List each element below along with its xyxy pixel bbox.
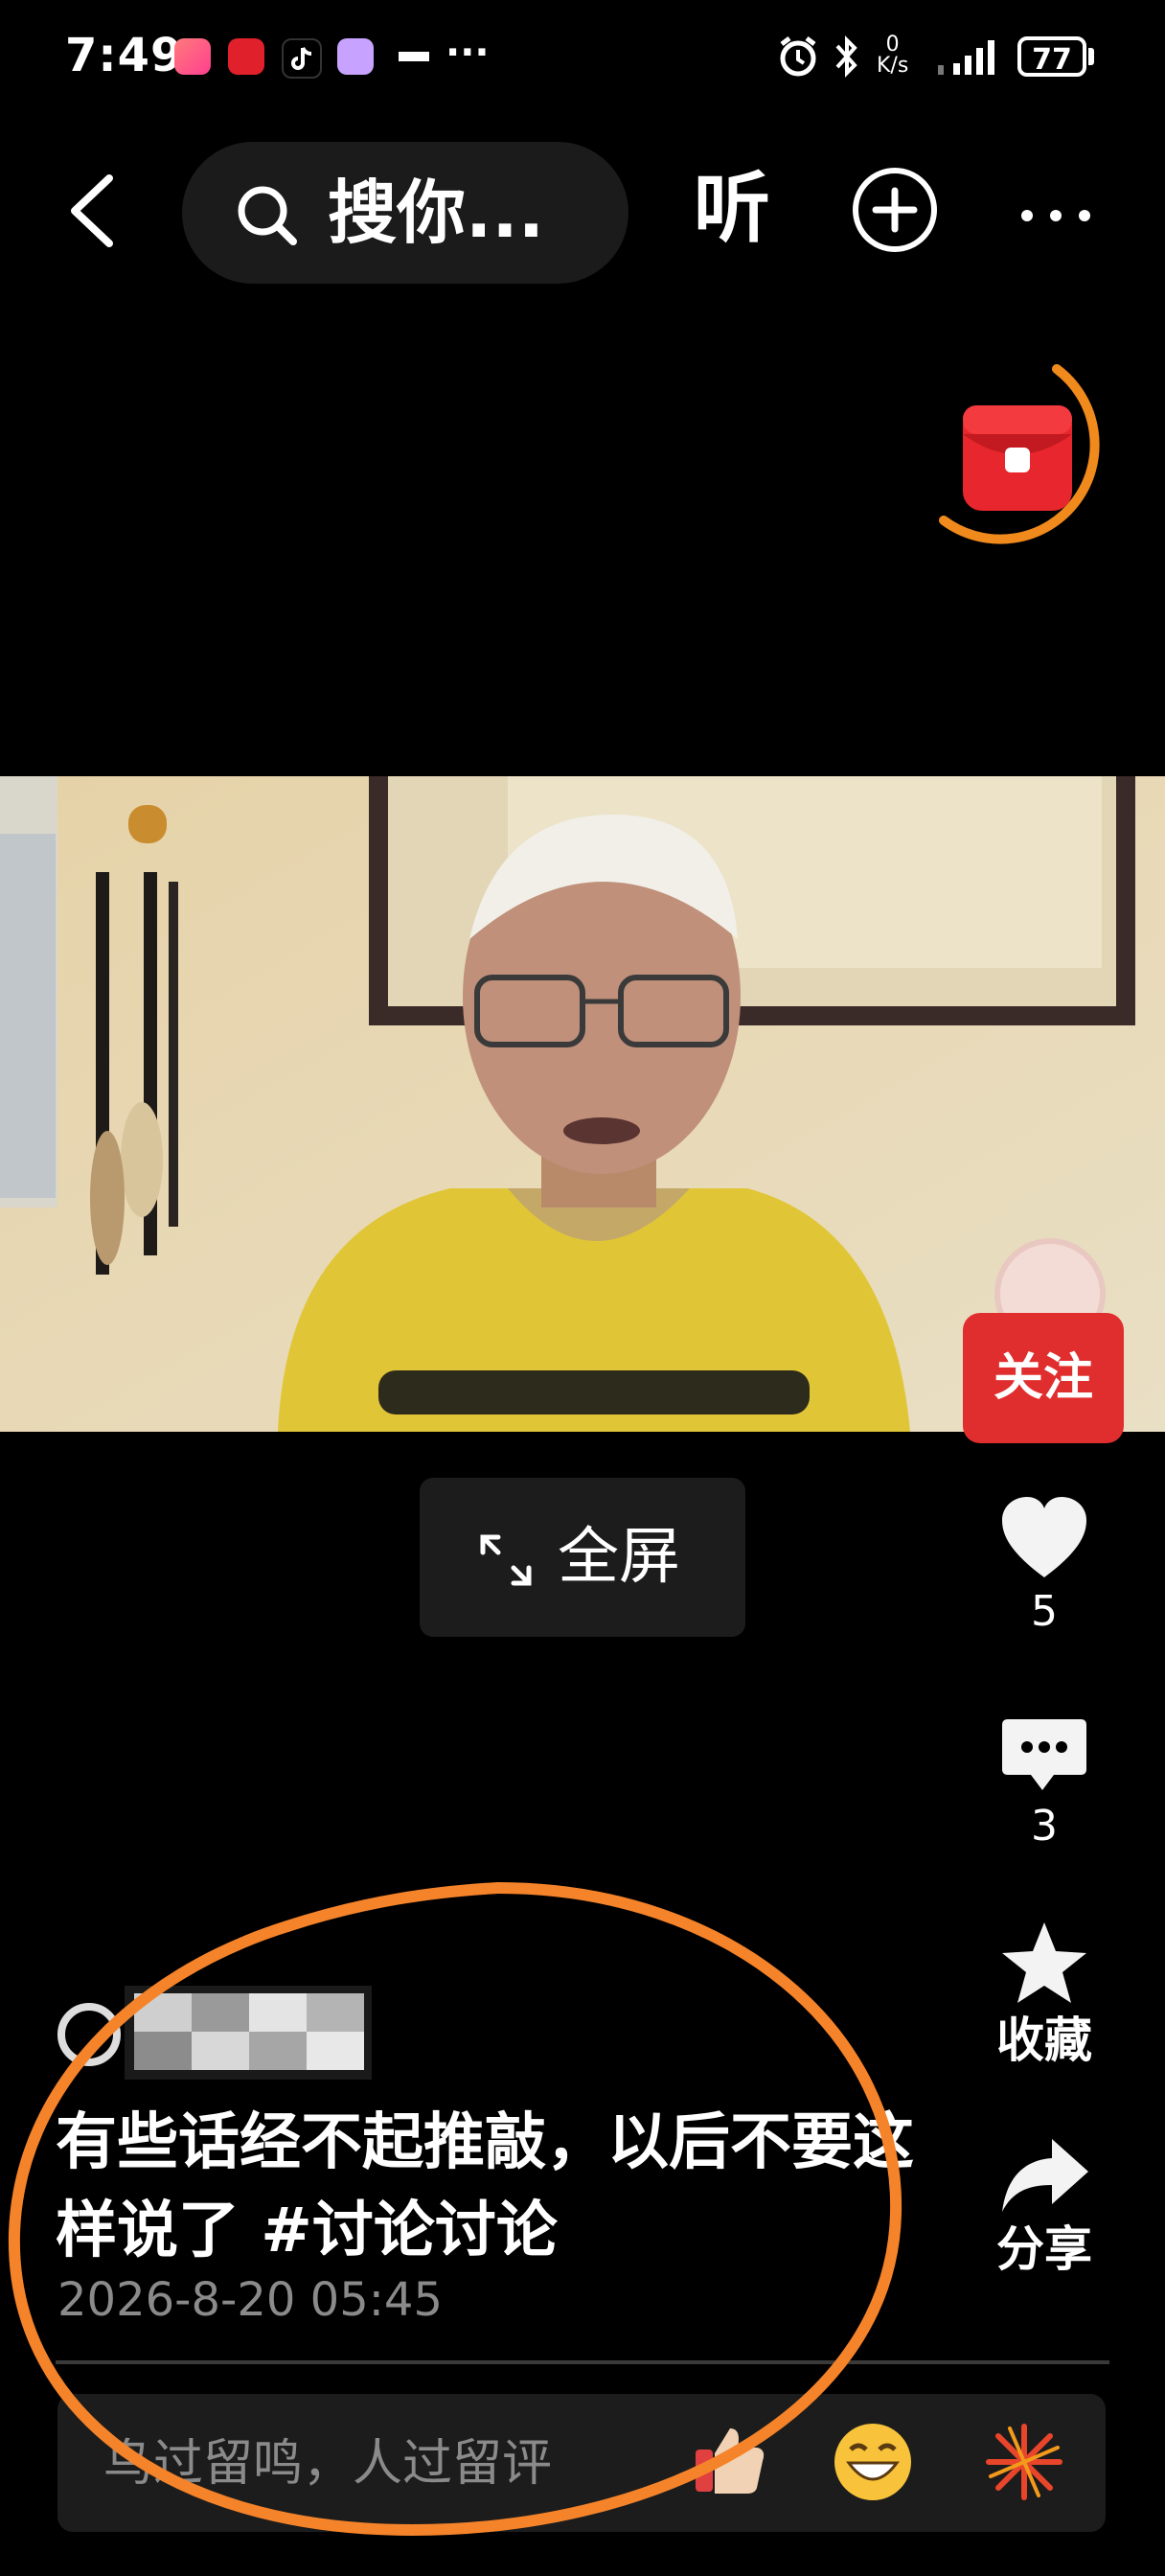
post-caption: 有些话经不起推敲，以后不要这样说了 #讨论讨论 xyxy=(56,2099,918,2275)
status-time: 7:49 xyxy=(65,29,184,82)
favorite-button[interactable]: 收藏 xyxy=(987,1919,1102,2070)
fullscreen-label: 全屏 xyxy=(558,1522,680,1593)
author-avatar[interactable] xyxy=(57,2003,121,2066)
like-button[interactable]: 5 xyxy=(987,1495,1102,1639)
like-count: 5 xyxy=(1031,1587,1058,1636)
comment-count: 3 xyxy=(1031,1802,1058,1851)
grinning-emoji-icon[interactable] xyxy=(832,2421,914,2507)
author-name-blurred[interactable] xyxy=(125,1986,372,2080)
follow-button[interactable]: 关注 xyxy=(963,1313,1124,1443)
hashtag-link[interactable]: #讨论讨论 xyxy=(261,2196,558,2266)
share-label: 分享 xyxy=(996,2221,1092,2277)
fullscreen-button[interactable]: 全屏 xyxy=(420,1478,745,1637)
battery-tip xyxy=(1088,48,1094,65)
search-query: 搜你... xyxy=(328,172,545,253)
signal-icon xyxy=(934,34,1007,82)
back-button[interactable] xyxy=(63,172,121,249)
share-arrow-icon xyxy=(998,2139,1090,2220)
comment-bubble-icon xyxy=(1000,1719,1088,1800)
tiktok-notification-icon xyxy=(282,38,322,79)
comment-placeholder: 鸟过留鸣，人过留评 xyxy=(103,2435,553,2493)
network-speed: 0 K/s xyxy=(877,33,909,78)
comment-button[interactable]: 3 xyxy=(987,1715,1102,1853)
alarm-icon xyxy=(776,34,820,82)
notification-app-icon xyxy=(174,38,211,75)
red-packet-icon xyxy=(939,364,1100,544)
red-packet-button[interactable] xyxy=(934,359,1107,551)
share-button[interactable]: 分享 xyxy=(987,2135,1102,2279)
more-notifications: ··· xyxy=(445,31,490,75)
notification-app-icon xyxy=(228,38,264,75)
more-button[interactable] xyxy=(1017,182,1094,240)
fireworks-emoji-icon[interactable] xyxy=(983,2421,1065,2507)
heart-icon xyxy=(998,1497,1090,1585)
search-icon xyxy=(234,182,301,253)
expand-icon xyxy=(477,1531,535,1593)
chevron-left-icon xyxy=(63,174,121,253)
search-bar[interactable]: 搜你... xyxy=(182,142,628,284)
favorite-label: 收藏 xyxy=(996,2012,1092,2068)
notification-app-icon xyxy=(395,38,433,75)
thumbs-up-emoji-icon[interactable] xyxy=(690,2421,770,2505)
bluetooth-icon xyxy=(832,34,862,82)
post-timestamp: 2026-8-20 05:45 xyxy=(57,2273,443,2327)
comment-input-bar[interactable]: 鸟过留鸣，人过留评 xyxy=(57,2394,1106,2532)
notification-app-icon xyxy=(337,38,374,75)
more-icon xyxy=(1017,177,1094,244)
divider xyxy=(56,2360,1109,2364)
status-bar: 7:49 ··· 0 K/s 77 xyxy=(0,0,1165,115)
listen-button[interactable]: 听 xyxy=(694,163,770,255)
star-icon xyxy=(998,1922,1090,2011)
plus-icon xyxy=(858,187,931,250)
battery-indicator: 77 xyxy=(1017,36,1086,77)
add-button[interactable] xyxy=(853,168,937,252)
